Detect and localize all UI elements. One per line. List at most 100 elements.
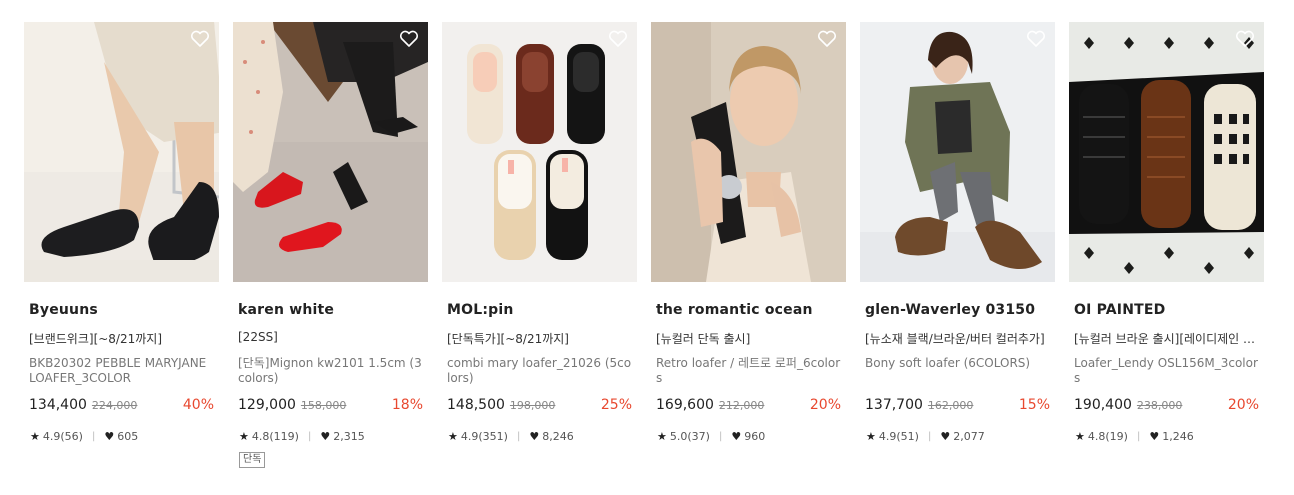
product-card[interactable]: the romantic ocean [뉴컬러 단독 출시] Retro loa… xyxy=(651,22,846,468)
brand-name[interactable]: glen-Waverley 03150 xyxy=(860,302,1055,320)
discount-rate: 15% xyxy=(1018,397,1050,413)
brand-name[interactable]: karen white xyxy=(233,302,428,320)
promo-text: [뉴컬러 단독 출시] xyxy=(656,332,751,346)
product-image[interactable] xyxy=(442,22,637,282)
brand-name[interactable]: Byeuuns xyxy=(24,302,219,320)
price-row: 137,700 162,000 15% xyxy=(860,397,1055,417)
heart-filled-icon: ♥ xyxy=(529,429,540,443)
divider: | xyxy=(927,430,932,442)
discount-rate: 20% xyxy=(1227,397,1259,413)
promo-text: [22SS] xyxy=(238,330,278,344)
original-price: 158,000 xyxy=(300,399,347,412)
brand-name[interactable]: OI PAINTED xyxy=(1069,302,1264,320)
product-name[interactable]: Retro loafer / 레트로 로퍼_6colors xyxy=(651,356,846,388)
wishlist-heart-icon[interactable] xyxy=(1235,30,1255,48)
heart-filled-icon: ♥ xyxy=(1149,429,1160,443)
like-count: 2,077 xyxy=(953,429,985,443)
review-meta: ★ 4.8(119) | ♥ 2,315 xyxy=(233,429,428,443)
wishlist-heart-icon[interactable] xyxy=(399,30,419,48)
promo-text: [브랜드위크][~8/21까지] xyxy=(29,332,163,346)
brand-name[interactable]: MOL:pin xyxy=(442,302,637,320)
review-meta: ★ 4.9(51) | ♥ 2,077 xyxy=(860,429,1055,443)
product-name[interactable]: BKB20302 PEBBLE MARYJANE LOAFER_3COLOR xyxy=(24,356,219,388)
original-price: 198,000 xyxy=(509,399,556,412)
product-name[interactable]: Loafer_Lendy OSL156M_3colors xyxy=(1069,356,1264,388)
like-count: 605 xyxy=(117,429,139,443)
like-count: 2,315 xyxy=(333,429,365,443)
rating-text: 4.9(351) xyxy=(460,429,508,443)
price-row: 134,400 224,000 40% xyxy=(24,397,219,417)
heart-filled-icon: ♥ xyxy=(731,429,742,443)
review-meta: ★ 4.9(351) | ♥ 8,246 xyxy=(442,429,637,443)
product-image[interactable] xyxy=(233,22,428,282)
price-row: 169,600 212,000 20% xyxy=(651,397,846,417)
wishlist-heart-icon[interactable] xyxy=(817,30,837,48)
star-icon: ★ xyxy=(866,429,876,443)
product-card[interactable]: OI PAINTED [뉴컬러 브라운 출시][레이디제인 … Loafer_L… xyxy=(1069,22,1264,468)
review-meta: ★ 4.8(19) | ♥ 1,246 xyxy=(1069,429,1264,443)
product-photo xyxy=(233,22,428,282)
sale-price: 190,400 xyxy=(1074,397,1132,413)
rating-text: 4.8(119) xyxy=(251,429,299,443)
discount-rate: 40% xyxy=(182,397,214,413)
wishlist-heart-icon[interactable] xyxy=(608,30,628,48)
product-image[interactable] xyxy=(651,22,846,282)
star-icon: ★ xyxy=(448,429,458,443)
divider: | xyxy=(1136,430,1141,442)
brand-name[interactable]: the romantic ocean xyxy=(651,302,846,320)
product-card[interactable]: MOL:pin [단독특가][~8/21까지] combi mary loafe… xyxy=(442,22,637,468)
promo-text: [단독특가][~8/21까지] xyxy=(447,332,569,346)
review-meta: ★ 5.0(37) | ♥ 960 xyxy=(651,429,846,443)
product-name[interactable]: [단독]Mignon kw2101 1.5cm (3colors) xyxy=(233,356,428,388)
sale-price: 129,000 xyxy=(238,397,296,413)
divider: | xyxy=(307,430,312,442)
heart-filled-icon: ♥ xyxy=(940,429,951,443)
product-image[interactable] xyxy=(24,22,219,282)
price-row: 148,500 198,000 25% xyxy=(442,397,637,417)
divider: | xyxy=(91,430,96,442)
discount-rate: 25% xyxy=(600,397,632,413)
product-image[interactable] xyxy=(1069,22,1264,282)
price-row: 129,000 158,000 18% xyxy=(233,397,428,417)
product-card[interactable]: Byeuuns [브랜드위크][~8/21까지] BKB20302 PEBBLE… xyxy=(24,22,219,468)
star-icon: ★ xyxy=(239,429,249,443)
promo-text: [뉴컬러 브라운 출시][레이디제인 … xyxy=(1074,332,1256,346)
star-icon: ★ xyxy=(30,429,40,443)
product-name[interactable]: combi mary loafer_21026 (5colors) xyxy=(442,356,637,388)
like-count: 960 xyxy=(744,429,766,443)
price-row: 190,400 238,000 20% xyxy=(1069,397,1264,417)
product-photo xyxy=(24,22,219,282)
exclusive-tag: 단독 xyxy=(239,452,266,468)
sale-price: 169,600 xyxy=(656,397,714,413)
product-photo xyxy=(442,22,637,282)
star-icon: ★ xyxy=(657,429,667,443)
heart-filled-icon: ♥ xyxy=(104,429,115,443)
wishlist-heart-icon[interactable] xyxy=(1026,30,1046,48)
discount-rate: 18% xyxy=(391,397,423,413)
discount-rate: 20% xyxy=(809,397,841,413)
original-price: 224,000 xyxy=(91,399,138,412)
review-meta: ★ 4.9(56) | ♥ 605 xyxy=(24,429,219,443)
product-name[interactable]: Bony soft loafer (6COLORS) xyxy=(860,356,1055,388)
original-price: 162,000 xyxy=(927,399,974,412)
divider: | xyxy=(718,430,723,442)
product-card[interactable]: karen white [22SS] [단독]Mignon kw2101 1.5… xyxy=(233,22,428,468)
sale-price: 134,400 xyxy=(29,397,87,413)
divider: | xyxy=(516,430,521,442)
wishlist-heart-icon[interactable] xyxy=(190,30,210,48)
product-grid: Byeuuns [브랜드위크][~8/21까지] BKB20302 PEBBLE… xyxy=(24,22,1264,468)
product-photo xyxy=(860,22,1055,282)
like-count: 8,246 xyxy=(542,429,574,443)
like-count: 1,246 xyxy=(1162,429,1194,443)
heart-filled-icon: ♥ xyxy=(320,429,331,443)
original-price: 212,000 xyxy=(718,399,765,412)
product-image[interactable] xyxy=(860,22,1055,282)
rating-text: 4.8(19) xyxy=(1087,429,1128,443)
original-price: 238,000 xyxy=(1136,399,1183,412)
rating-text: 4.9(56) xyxy=(42,429,83,443)
sale-price: 137,700 xyxy=(865,397,923,413)
product-photo xyxy=(1069,22,1264,282)
sale-price: 148,500 xyxy=(447,397,505,413)
product-card[interactable]: glen-Waverley 03150 [뉴소재 블랙/브라운/버터 컬러추가]… xyxy=(860,22,1055,468)
promo-text: [뉴소재 블랙/브라운/버터 컬러추가] xyxy=(865,332,1045,346)
